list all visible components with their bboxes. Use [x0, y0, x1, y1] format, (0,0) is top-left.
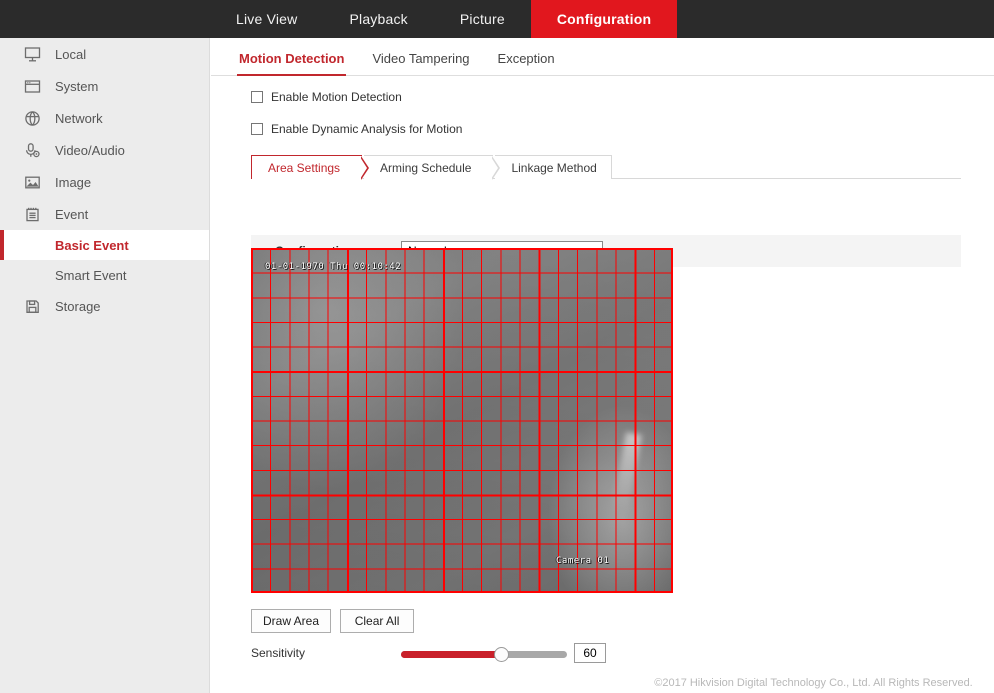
video-border: [251, 248, 673, 593]
nav-tab-configuration[interactable]: Configuration: [531, 0, 677, 38]
sidebar-item-label: Local: [55, 47, 86, 62]
nav-tab-picture[interactable]: Picture: [434, 0, 531, 38]
step-tab-area-settings[interactable]: Area Settings: [251, 155, 362, 179]
sensitivity-label: Sensitivity: [251, 646, 305, 660]
globe-icon: [22, 108, 42, 128]
top-navigation-bar: Live View Playback Picture Configuration: [0, 0, 994, 38]
tab-video-tampering[interactable]: Video Tampering: [358, 51, 483, 75]
sensitivity-row: Sensitivity 60: [251, 643, 751, 665]
clear-all-button[interactable]: Clear All: [340, 609, 414, 633]
sidebar-item-video-audio[interactable]: Video/Audio: [0, 134, 209, 166]
nav-tab-playback[interactable]: Playback: [323, 0, 433, 38]
step-tab-bar: Area Settings Arming Schedule Linkage Me…: [251, 155, 961, 179]
area-action-buttons: Draw Area Clear All: [251, 609, 414, 633]
floppy-disk-icon: [22, 296, 42, 316]
enable-dynamic-analysis-label[interactable]: Enable Dynamic Analysis for Motion: [271, 122, 462, 136]
enable-motion-detection-label[interactable]: Enable Motion Detection: [271, 90, 402, 104]
sidebar-item-storage[interactable]: Storage: [0, 290, 209, 322]
motion-detection-area-canvas[interactable]: 01-01-1970 Thu 00:10:42 Camera 01: [251, 248, 673, 593]
main-content-area: Motion Detection Video Tampering Excepti…: [211, 38, 994, 693]
sidebar-subitem-label: Smart Event: [55, 268, 127, 283]
enable-motion-detection-row: Enable Motion Detection: [211, 86, 994, 108]
tab-exception[interactable]: Exception: [484, 51, 569, 75]
footer-copyright: ©2017 Hikvision Digital Technology Co., …: [422, 677, 994, 693]
sidebar-item-event[interactable]: Event: [0, 198, 209, 230]
sidebar-item-label: System: [55, 79, 98, 94]
sensitivity-slider-track[interactable]: [401, 651, 567, 658]
calendar-icon: [22, 204, 42, 224]
sidebar-item-label: Storage: [55, 299, 101, 314]
sidebar-item-smart-event[interactable]: Smart Event: [0, 260, 209, 290]
nav-tab-live-view[interactable]: Live View: [210, 0, 323, 38]
tab-motion-detection[interactable]: Motion Detection: [225, 51, 358, 75]
sensitivity-slider-fill: [401, 651, 501, 658]
sidebar-item-basic-event[interactable]: Basic Event: [0, 230, 209, 260]
sensitivity-value-input[interactable]: 60: [574, 643, 606, 663]
window-icon: [22, 76, 42, 96]
sidebar-item-label: Event: [55, 207, 88, 222]
osd-camera-name: Camera 01: [556, 556, 609, 566]
sidebar-item-network[interactable]: Network: [0, 102, 209, 134]
monitor-icon: [22, 44, 42, 64]
sidebar-subitem-label: Basic Event: [55, 238, 129, 253]
step-tab-arming-schedule[interactable]: Arming Schedule: [364, 155, 493, 179]
sub-tab-bar: Motion Detection Video Tampering Excepti…: [211, 38, 994, 76]
sidebar-item-local[interactable]: Local: [0, 38, 209, 70]
sensitivity-slider-handle[interactable]: [494, 647, 509, 662]
topnav-spacer: [0, 0, 210, 38]
sidebar-item-label: Video/Audio: [55, 143, 125, 158]
enable-motion-detection-checkbox[interactable]: [251, 91, 263, 103]
draw-area-button[interactable]: Draw Area: [251, 609, 331, 633]
enable-dynamic-analysis-row: Enable Dynamic Analysis for Motion: [211, 118, 994, 140]
microphone-icon: [22, 140, 42, 160]
sidebar-navigation: Local System Network: [0, 38, 210, 693]
sidebar-item-system[interactable]: System: [0, 70, 209, 102]
sidebar-item-label: Network: [55, 111, 103, 126]
osd-timestamp: 01-01-1970 Thu 00:10:42: [265, 262, 401, 272]
step-tab-linkage-method[interactable]: Linkage Method: [495, 155, 611, 179]
sidebar-item-label: Image: [55, 175, 91, 190]
enable-dynamic-analysis-checkbox[interactable]: [251, 123, 263, 135]
sidebar-item-image[interactable]: Image: [0, 166, 209, 198]
picture-icon: [22, 172, 42, 192]
